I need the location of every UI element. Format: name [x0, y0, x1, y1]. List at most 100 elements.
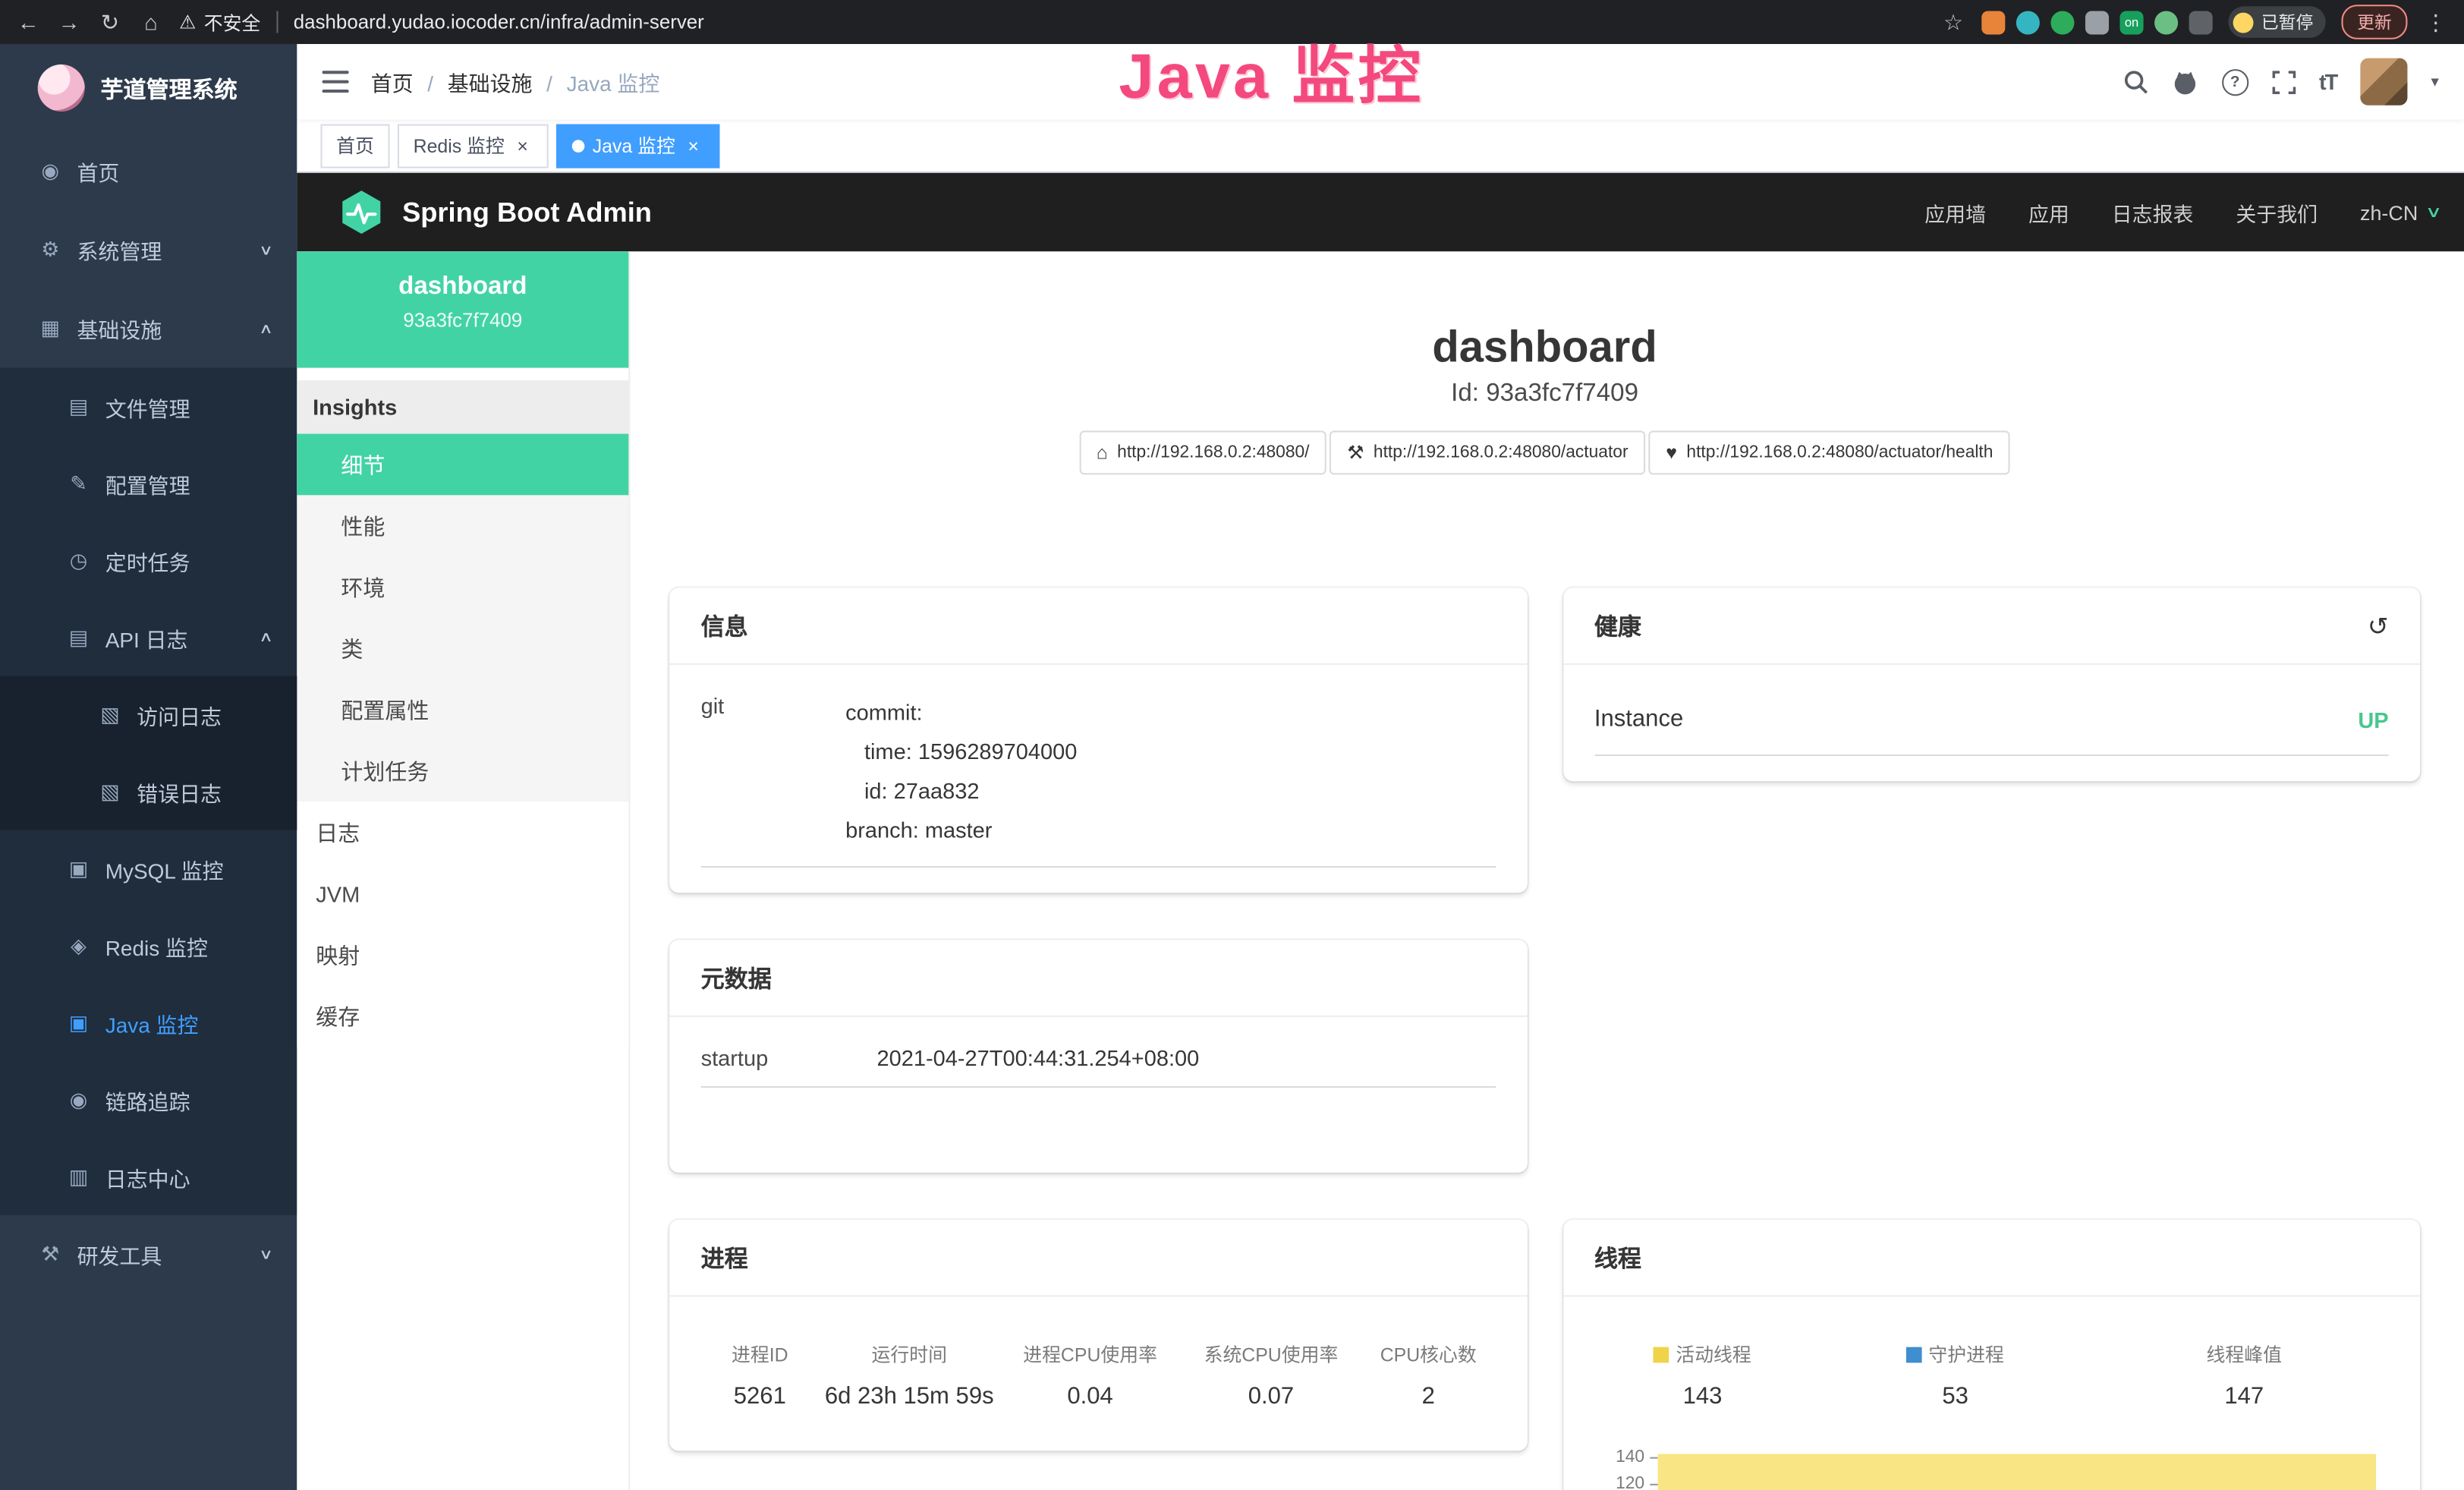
sidebar-item-system[interactable]: ⚙ 系统管理 ∨ [0, 210, 297, 289]
threads-card: 线程 活动线程 143 [1562, 1220, 2420, 1490]
sidebar-item-error-log[interactable]: ▧ 错误日志 [0, 753, 297, 830]
sidebar-item-home[interactable]: ◉ 首页 [0, 132, 297, 211]
chevron-up-icon: ∧ [260, 628, 274, 646]
sidebar-item-java-monitor[interactable]: ▣ Java 监控 [0, 984, 297, 1060]
tab-redis-monitor[interactable]: Redis 监控 × [398, 124, 549, 168]
browser-home-icon[interactable]: ⌂ [138, 9, 163, 34]
switch-on-extension-icon[interactable]: on [2120, 10, 2144, 33]
health-url-link[interactable]: ♥ http://192.168.0.2:48080/actuator/heal… [1648, 430, 2010, 474]
close-icon[interactable]: × [683, 134, 703, 156]
sba-item-beans[interactable]: 类 [297, 618, 628, 679]
instance-header[interactable]: dashboard 93a3fc7f7409 [297, 251, 628, 367]
chevron-up-icon: ∧ [260, 320, 274, 337]
sba-nav-wallboard[interactable]: 应用墙 [1924, 197, 1986, 227]
git-commit-line: commit: [845, 693, 1495, 732]
sidebar-item-file-management[interactable]: ▤ 文件管理 [0, 368, 297, 445]
plug-extension-icon[interactable] [2189, 10, 2213, 33]
sba-brand-title: Spring Boot Admin [402, 196, 652, 228]
sba-brand[interactable]: Spring Boot Admin [338, 188, 652, 235]
sidebar-item-dev-tools[interactable]: ⚒ 研发工具 ∨ [0, 1215, 297, 1294]
sidebar-item-log-center[interactable]: ▥ 日志中心 [0, 1138, 297, 1214]
active-dot [572, 139, 585, 152]
back-icon[interactable]: ← [16, 9, 41, 34]
sidebar-item-api-log[interactable]: ▤ API 日志 ∧ [0, 599, 297, 676]
sba-item-metrics[interactable]: 性能 [297, 495, 628, 556]
sba-item-environment[interactable]: 环境 [297, 556, 628, 618]
threads-chart: 140 120 100 [1594, 1447, 2389, 1490]
collapse-sidebar-icon[interactable] [323, 71, 349, 93]
git-branch: branch: master [845, 811, 1495, 851]
sidebar-item-config-management[interactable]: ✎ 配置管理 [0, 445, 297, 521]
breadcrumb-home[interactable]: 首页 [371, 66, 414, 97]
bookmark-star-icon[interactable]: ☆ [1940, 8, 1965, 35]
forward-icon[interactable]: → [57, 9, 82, 34]
locale-selector[interactable]: zh-CN ∨ [2360, 200, 2439, 224]
fullscreen-icon[interactable] [2272, 70, 2296, 93]
chevron-down-icon: ∨ [260, 1246, 274, 1263]
close-icon[interactable]: × [512, 134, 533, 156]
health-row-instance[interactable]: Instance UP [1594, 674, 2389, 756]
instance-links: ⌂ http://192.168.0.2:48080/ ⚒ http://192… [669, 430, 2420, 474]
sidebar-item-mysql-monitor[interactable]: ▣ MySQL 监控 [0, 830, 297, 906]
sba-item-scheduled-tasks[interactable]: 计划任务 [297, 740, 628, 802]
process-card: 进程 进程ID 5261 运行时间 [669, 1220, 1527, 1451]
sba-item-logging[interactable]: 日志 [297, 802, 628, 863]
error-log-icon: ▧ [97, 779, 122, 804]
history-icon[interactable]: ↺ [2368, 611, 2389, 642]
sidebar-item-tracing[interactable]: ◉ 链路追踪 [0, 1061, 297, 1138]
search-icon[interactable] [2123, 69, 2148, 94]
metadata-card-title: 元数据 [701, 962, 772, 994]
sba-nav-journal[interactable]: 日志报表 [2112, 197, 2194, 227]
user-caret-icon[interactable]: ▾ [2431, 73, 2438, 90]
threads-chart-plot [1657, 1447, 2389, 1490]
sidebar-item-infrastructure[interactable]: ▦ 基础设施 ∧ [0, 289, 297, 368]
home-icon: ⌂ [1097, 442, 1108, 464]
sba-nav-about[interactable]: 关于我们 [2236, 197, 2318, 227]
actuator-url-link[interactable]: ⚒ http://192.168.0.2:48080/actuator [1330, 430, 1645, 474]
security-indicator[interactable]: ⚠ 不安全 [179, 8, 260, 35]
github-icon[interactable] [2171, 68, 2198, 95]
tab-java-monitor[interactable]: Java 监控 × [556, 124, 719, 168]
sidebar-item-scheduled-jobs[interactable]: ◷ 定时任务 [0, 522, 297, 599]
browser-menu-icon[interactable]: ⋮ [2423, 8, 2448, 35]
font-size-icon[interactable]: tT [2319, 69, 2337, 94]
infrastructure-submenu: ▤ 文件管理 ✎ 配置管理 ◷ 定时任务 ▤ API 日志 ∧ ▧ [0, 368, 297, 1215]
sidebar-item-redis-monitor[interactable]: ◈ Redis 监控 [0, 907, 297, 984]
health-instance-label: Instance [1594, 706, 1683, 732]
sba-section-insights[interactable]: Insights [297, 380, 628, 433]
stat-uptime: 运行时间 6d 23h 15m 59s [819, 1340, 999, 1410]
sidebar-item-access-log[interactable]: ▧ 访问日志 [0, 676, 297, 752]
metadata-row-label: startup [701, 1045, 877, 1070]
process-card-title: 进程 [701, 1242, 748, 1274]
update-button[interactable]: 更新 [2341, 5, 2407, 39]
tab-home[interactable]: 首页 [320, 124, 389, 168]
edit-icon: ✎ [66, 471, 91, 496]
user-avatar[interactable] [2360, 58, 2407, 106]
wrench-icon: ⚒ [1347, 442, 1364, 464]
leaf-extension-icon[interactable] [2154, 10, 2178, 33]
drop-extension-icon[interactable] [2016, 10, 2040, 33]
sba-nav-applications[interactable]: 应用 [2028, 197, 2069, 227]
spring-boot-admin-frame: Spring Boot Admin 应用墙 应用 日志报表 关于我们 zh-CN… [297, 173, 2464, 1490]
smiley-icon [2233, 12, 2254, 33]
reload-icon[interactable]: ↻ [97, 8, 122, 35]
sba-item-jvm[interactable]: JVM [297, 863, 628, 925]
service-url-link[interactable]: ⌂ http://192.168.0.2:48080/ [1079, 430, 1326, 474]
apps-grid-icon[interactable] [2085, 10, 2109, 33]
sba-item-details[interactable]: 细节 [297, 434, 628, 496]
app-logo[interactable]: 芋道管理系统 [0, 44, 297, 132]
breadcrumb-infrastructure[interactable]: 基础设施 [414, 66, 533, 97]
sba-item-caches[interactable]: 缓存 [297, 985, 628, 1047]
fox-extension-icon[interactable] [1981, 10, 2005, 33]
sba-navbar: Spring Boot Admin 应用墙 应用 日志报表 关于我们 zh-CN… [297, 173, 2464, 252]
sba-item-configprops[interactable]: 配置属性 [297, 679, 628, 741]
legend-live-threads: 活动线程 143 [1594, 1340, 1811, 1410]
paused-badge[interactable]: 已暂停 [2228, 6, 2325, 37]
help-icon[interactable]: ? [2222, 68, 2248, 95]
address-bar[interactable]: dashboard.yudao.iocoder.cn/infra/admin-s… [294, 11, 1925, 33]
heart-icon: ♥ [1666, 442, 1677, 464]
instance-title: dashboard [669, 320, 2420, 372]
sba-item-mappings[interactable]: 映射 [297, 925, 628, 986]
y-extension-icon[interactable] [2050, 10, 2074, 33]
top-header: 首页 基础设施 Java 监控 ? tT [297, 44, 2464, 119]
